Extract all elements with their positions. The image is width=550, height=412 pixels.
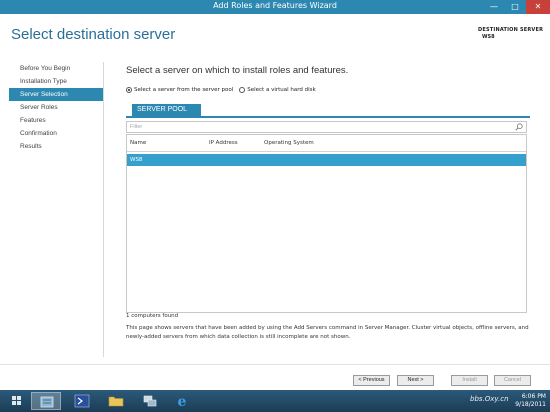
- start-button-icon[interactable]: [3, 392, 31, 410]
- watermark-text: bbs.Oxy.cn: [470, 395, 509, 403]
- server-manager-icon: [40, 396, 54, 408]
- sidebar-item-installation-type[interactable]: Installation Type: [9, 75, 103, 88]
- filter-input[interactable]: Filter: [126, 121, 527, 133]
- destination-server-label: DESTINATION SERVER: [478, 27, 544, 33]
- taskbar-ie-button[interactable]: e: [167, 392, 197, 410]
- taskbar: e 6:06 PM 9/18/2011: [0, 390, 550, 412]
- vhd-radio-label[interactable]: Select a virtual hard disk: [247, 87, 316, 93]
- svg-text:e: e: [178, 394, 187, 410]
- sidebar-item-results[interactable]: Results: [9, 140, 103, 153]
- wizard-footer: < Previous Next > Install Cancel: [0, 364, 550, 390]
- sidebar-item-server-selection[interactable]: Server Selection: [9, 88, 103, 101]
- title-bar[interactable]: Add Roles and Features Wizard — □ ✕: [0, 0, 550, 14]
- clock-time[interactable]: 6:06 PM: [513, 393, 546, 400]
- column-header-ip-address[interactable]: IP Address: [209, 140, 238, 146]
- network-icon: [143, 395, 157, 407]
- filter-placeholder: Filter: [130, 124, 143, 130]
- internet-explorer-icon: e: [178, 394, 187, 410]
- server-pool-radio[interactable]: [126, 87, 132, 93]
- column-header-operating-system[interactable]: Operating System: [264, 140, 314, 146]
- sidebar-item-features[interactable]: Features: [9, 114, 103, 127]
- server-pool-description: This page shows servers that have been a…: [126, 325, 529, 340]
- computers-found-count: 1 computers found: [126, 313, 179, 319]
- powershell-icon: [74, 394, 90, 408]
- folder-icon: [108, 396, 124, 407]
- wizard-steps-sidebar: Before You Begin Installation Type Serve…: [9, 62, 104, 357]
- main-content: Select a server on which to install role…: [125, 62, 535, 362]
- server-pool-radio-label[interactable]: Select a server from the server pool: [134, 87, 233, 93]
- tab-server-pool[interactable]: SERVER POOL: [132, 104, 201, 116]
- page-title: Select destination server: [11, 26, 176, 43]
- server-source-options: Select a server from the server pool Sel…: [126, 87, 316, 93]
- cancel-button[interactable]: Cancel: [494, 375, 531, 386]
- server-list-header: Name IP Address Operating System: [127, 135, 526, 152]
- sidebar-item-server-roles[interactable]: Server Roles: [9, 101, 103, 114]
- maximize-button[interactable]: □: [505, 0, 525, 14]
- taskbar-network-button[interactable]: [135, 392, 165, 410]
- vhd-radio[interactable]: [239, 87, 246, 93]
- install-button[interactable]: Install: [451, 375, 488, 386]
- next-button[interactable]: Next >: [397, 375, 434, 386]
- table-row[interactable]: WS8: [127, 154, 526, 166]
- wizard-header: Select destination server DESTINATION SE…: [0, 14, 550, 54]
- window-title: Add Roles and Features Wizard: [213, 1, 337, 10]
- destination-server-value: WS8: [482, 34, 495, 40]
- sidebar-item-before-you-begin[interactable]: Before You Begin: [9, 62, 103, 75]
- taskbar-explorer-button[interactable]: [101, 392, 131, 410]
- taskbar-server-manager-button[interactable]: [31, 392, 61, 410]
- minimize-button[interactable]: —: [484, 0, 504, 14]
- server-name-cell: WS8: [130, 157, 143, 163]
- column-header-name[interactable]: Name: [130, 140, 146, 146]
- close-button[interactable]: ✕: [526, 0, 550, 14]
- taskbar-powershell-button[interactable]: [67, 392, 97, 410]
- tab-underline: [126, 116, 530, 118]
- sidebar-item-confirmation[interactable]: Confirmation: [9, 127, 103, 140]
- server-list: Name IP Address Operating System WS8: [126, 134, 527, 313]
- search-icon[interactable]: [515, 123, 523, 131]
- clock-date[interactable]: 9/18/2011: [513, 401, 546, 408]
- previous-button[interactable]: < Previous: [353, 375, 390, 386]
- wizard-window: Add Roles and Features Wizard — □ ✕ Sele…: [0, 0, 550, 390]
- section-heading: Select a server on which to install role…: [126, 65, 349, 76]
